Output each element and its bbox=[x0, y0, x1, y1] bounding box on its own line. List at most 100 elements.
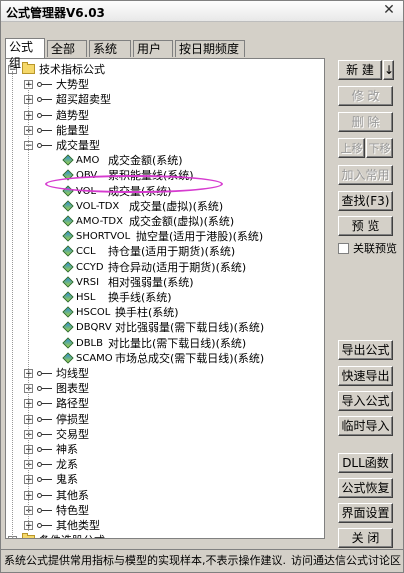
tree-group-label: 大势型 bbox=[56, 78, 89, 92]
tree-guide-line bbox=[28, 85, 29, 532]
formula-description: 相对强弱量(系统) bbox=[108, 275, 194, 289]
tree-group[interactable]: + 神系 bbox=[6, 442, 322, 457]
tab-all[interactable]: 全部 bbox=[47, 40, 87, 57]
tree-group-label: 路径型 bbox=[56, 397, 89, 411]
tree-root-technical-indicators[interactable]: −技术指标公式 bbox=[6, 62, 322, 77]
folder-icon bbox=[22, 62, 35, 74]
formula-code: VOL-TDX bbox=[76, 200, 120, 212]
close-button[interactable]: 关 闭 bbox=[338, 528, 393, 548]
tree-group[interactable]: + 鬼系 bbox=[6, 472, 322, 487]
tree-formula-item[interactable]: SCAMO 市场总成交(需下载日线)(系统) bbox=[6, 351, 322, 366]
tree-group[interactable]: + 路径型 bbox=[6, 396, 322, 411]
associated-preview-label: 关联预览 bbox=[353, 242, 397, 255]
formula-code: CCL bbox=[76, 246, 96, 258]
formula-icon bbox=[62, 321, 74, 334]
key-icon bbox=[37, 127, 53, 134]
tree-formula-item[interactable]: VOL-TDX 成交量(虚拟)(系统) bbox=[6, 199, 322, 214]
tree-group-label: 其他类型 bbox=[56, 519, 100, 532]
add-to-common-button[interactable]: 加入常用 bbox=[338, 165, 393, 185]
modify-button[interactable]: 修 改 bbox=[338, 86, 393, 106]
tree-formula-item[interactable]: CCYD 持仓异动(适用于期货)(系统) bbox=[6, 260, 322, 275]
tree-group-label: 趋势型 bbox=[56, 108, 89, 122]
move-up-button[interactable]: 上移 bbox=[338, 138, 365, 158]
tree-group[interactable]: + 其他系 bbox=[6, 488, 322, 503]
key-icon bbox=[37, 371, 53, 377]
formula-icon bbox=[62, 200, 74, 212]
formula-icon bbox=[62, 336, 74, 349]
new-button[interactable]: 新 建 bbox=[338, 60, 382, 80]
dll-function-button[interactable]: DLL函数 bbox=[338, 453, 393, 473]
temp-import-button[interactable]: 临时导入 bbox=[338, 416, 393, 436]
preview-button[interactable]: 预 览 bbox=[338, 216, 393, 236]
tree-formula-item[interactable]: VRSI 相对强弱量(系统) bbox=[6, 275, 322, 290]
folder-icon bbox=[22, 533, 35, 538]
tree-guide-line bbox=[12, 71, 13, 538]
formula-code: AMO-TDX bbox=[76, 216, 123, 227]
key-icon bbox=[37, 97, 53, 103]
tree-formula-item[interactable]: AMO 成交金额(系统) bbox=[6, 153, 322, 168]
key-icon bbox=[37, 82, 53, 88]
ui-settings-button[interactable]: 界面设置 bbox=[338, 503, 393, 523]
tree-group-label: 神系 bbox=[56, 443, 78, 456]
formula-code: DBLB bbox=[76, 337, 103, 349]
key-icon bbox=[37, 431, 53, 438]
tree-group[interactable]: + 交易型 bbox=[6, 427, 322, 442]
find-button[interactable]: 查找(F3) bbox=[338, 191, 393, 211]
tab-user[interactable]: 用户 bbox=[133, 40, 173, 57]
status-bar: 系统公式提供常用指标与模型的实现样本,不表示操作建议. 访问通达信公式讨论区 bbox=[1, 549, 403, 571]
export-formula-button[interactable]: 导出公式 bbox=[338, 340, 393, 360]
close-icon[interactable]: ✕ bbox=[381, 2, 397, 18]
formula-restore-button[interactable]: 公式恢复 bbox=[338, 478, 393, 498]
formula-code: AMO bbox=[76, 155, 100, 167]
tree-group[interactable]: + 均线型 bbox=[6, 366, 322, 381]
key-icon bbox=[37, 416, 53, 423]
tree-formula-item[interactable]: HSCOL 换手柱(系统) bbox=[6, 305, 322, 320]
tree-group[interactable]: + 超买超卖型 bbox=[6, 92, 322, 107]
formula-description: 持仓量(适用于期货)(系统) bbox=[108, 245, 236, 259]
formula-code: VRSI bbox=[76, 276, 100, 288]
formula-icon bbox=[62, 260, 74, 273]
tree-group[interactable]: + 龙系 bbox=[6, 457, 322, 472]
formula-code: SCAMO bbox=[76, 352, 113, 364]
new-dropdown-button[interactable]: ↓ bbox=[383, 60, 394, 80]
tree-root-label: 技术指标公式 bbox=[39, 63, 105, 76]
tree-formula-item[interactable]: AMO-TDX 成交金额(虚拟)(系统) bbox=[6, 214, 322, 229]
checkbox-box[interactable] bbox=[338, 243, 349, 254]
tree-group-label: 停损型 bbox=[56, 412, 89, 426]
formula-description: 持仓异动(适用于期货)(系统) bbox=[108, 260, 247, 274]
tree-group[interactable]: + 图表型 bbox=[6, 381, 322, 396]
tree-root[interactable]: +条件选股公式 bbox=[6, 533, 322, 538]
tree-group-label: 图表型 bbox=[56, 382, 89, 396]
tree-group[interactable]: + 其他类型 bbox=[6, 518, 322, 533]
tree-formula-item[interactable]: HSL 换手线(系统) bbox=[6, 290, 322, 305]
tab-by-date-frequency[interactable]: 按日期频度 bbox=[175, 40, 245, 57]
formula-tree[interactable]: −技术指标公式+大势型+超买超卖型+趋势型+能量型−成交量型 AMO 成交金额(系统… bbox=[5, 58, 325, 539]
tree-formula-item[interactable]: CCL 持仓量(适用于期货)(系统) bbox=[6, 244, 322, 259]
quick-export-button[interactable]: 快速导出 bbox=[338, 366, 393, 386]
formula-icon bbox=[62, 215, 74, 227]
tab-system[interactable]: 系统 bbox=[89, 40, 131, 57]
key-icon bbox=[37, 143, 53, 149]
tree-group[interactable]: − 成交量型 bbox=[6, 138, 322, 153]
delete-button[interactable]: 删 除 bbox=[338, 112, 393, 132]
tree-group[interactable]: + 大势型 bbox=[6, 77, 322, 92]
tree-group[interactable]: + 趋势型 bbox=[6, 108, 322, 123]
title-bar: 公式管理器V6.03 ✕ bbox=[1, 1, 403, 22]
move-down-button[interactable]: 下移 bbox=[366, 138, 393, 158]
formula-description: 对比强弱量(需下载日线)(系统) bbox=[115, 321, 265, 335]
tree-group-label: 鬼系 bbox=[56, 473, 78, 487]
key-icon bbox=[37, 462, 53, 468]
forum-link[interactable]: 访问通达信公式讨论区 bbox=[291, 550, 401, 572]
tree-group-label: 特色型 bbox=[56, 503, 89, 517]
tree-group[interactable]: + 能量型 bbox=[6, 123, 322, 138]
formula-description: 对比量比(需下载日线)(系统) bbox=[108, 336, 247, 350]
key-icon bbox=[37, 492, 53, 499]
tree-formula-item[interactable]: DBLB 对比量比(需下载日线)(系统) bbox=[6, 336, 322, 351]
tree-group[interactable]: + 特色型 bbox=[6, 503, 322, 518]
import-formula-button[interactable]: 导入公式 bbox=[338, 391, 393, 411]
tree-group-label: 超买超卖型 bbox=[56, 93, 111, 107]
tree-group[interactable]: + 停损型 bbox=[6, 412, 322, 427]
tree-formula-item[interactable]: DBQRV 对比强弱量(需下载日线)(系统) bbox=[6, 320, 322, 335]
tab-formula-group[interactable]: 公式组 bbox=[5, 38, 45, 70]
tree-formula-item[interactable]: SHORTVOL 抛空量(适用于港股)(系统) bbox=[6, 229, 322, 244]
